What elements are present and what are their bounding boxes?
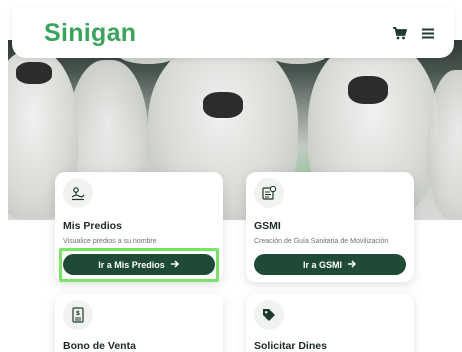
- button-label: Ir a GSMI: [302, 259, 342, 270]
- land-plot-icon: [63, 178, 93, 208]
- ir-a-gsmi-button[interactable]: Ir a GSMI: [254, 254, 406, 275]
- ir-a-mis-predios-button[interactable]: Ir a Mis Predios: [63, 254, 215, 275]
- card-description: Visualice predios a su nombre: [63, 238, 157, 245]
- svg-text:$: $: [76, 310, 80, 317]
- card-title: GSMI: [254, 220, 281, 232]
- hamburger-menu-icon[interactable]: [420, 25, 436, 41]
- card-solicitar-dines[interactable]: Solicitar Dines: [246, 294, 414, 352]
- receipt-dollar-icon: $: [63, 300, 93, 330]
- document-badge-icon: [254, 178, 284, 208]
- header-actions: [392, 25, 436, 41]
- cart-icon[interactable]: [392, 25, 408, 41]
- app-logo[interactable]: Sinigan: [44, 19, 136, 48]
- arrow-right-icon: [170, 259, 180, 270]
- card-mis-predios: Mis Predios Visualice predios a su nombr…: [55, 172, 223, 282]
- card-title: Bono de Venta: [63, 340, 136, 352]
- card-gsmi: GSMI Creación de Guía Sanitaria de Movil…: [246, 172, 414, 282]
- card-title: Mis Predios: [63, 220, 122, 232]
- button-label: Ir a Mis Predios: [98, 259, 165, 270]
- card-title: Solicitar Dines: [254, 340, 327, 352]
- top-header: Sinigan: [12, 8, 454, 58]
- arrow-right-icon: [348, 259, 357, 270]
- card-bono-de-venta[interactable]: $ Bono de Venta: [55, 294, 223, 352]
- tag-icon: [254, 300, 284, 330]
- card-description: Creación de Guía Sanitaria de Movilizaci…: [254, 238, 389, 245]
